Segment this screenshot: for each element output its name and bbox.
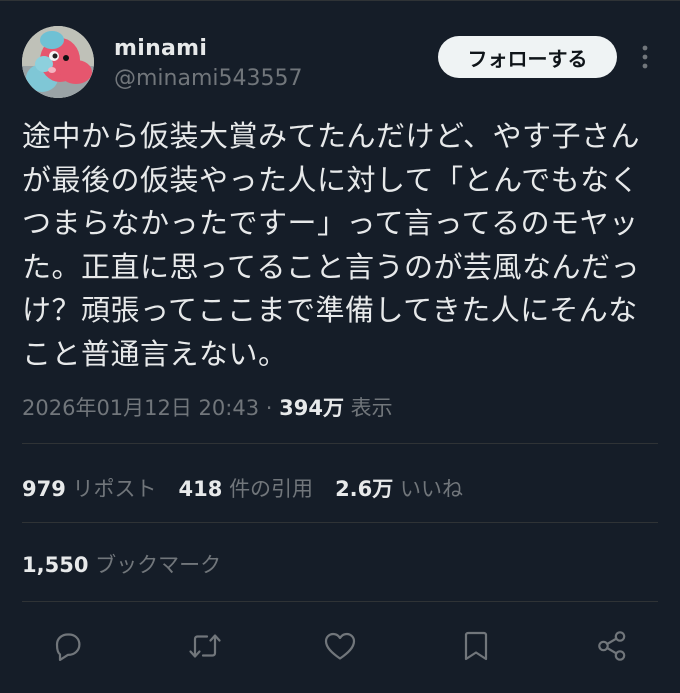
- more-options-button[interactable]: [634, 40, 656, 74]
- bookmarks-count: 1,550: [22, 553, 89, 577]
- tweet-timestamp[interactable]: 2026年01月12日 20:43: [22, 396, 259, 420]
- divider: [22, 443, 658, 444]
- views-label: 表示: [350, 396, 393, 420]
- top-divider: [0, 0, 680, 1]
- quotes-count: 418: [178, 477, 223, 501]
- repost-button[interactable]: [181, 622, 229, 670]
- user-handle[interactable]: @minami543557: [114, 66, 303, 91]
- repost-icon: [189, 634, 221, 658]
- like-icon: [324, 632, 356, 660]
- engagement-stats: 979 リポスト 418 件の引用 2.6万 いいね: [22, 473, 463, 503]
- reposts-count: 979: [22, 477, 66, 501]
- bookmarks-label: ブックマーク: [95, 553, 222, 577]
- quotes-stat[interactable]: 418 件の引用: [179, 473, 314, 503]
- likes-stat[interactable]: 2.6万 いいね: [335, 473, 463, 503]
- tweet-meta: 2026年01月12日 20:43 · 394万 表示: [22, 392, 393, 422]
- reposts-label: リポスト: [72, 477, 157, 501]
- share-icon: [598, 631, 626, 661]
- more-vertical-icon: [642, 45, 648, 69]
- follow-button[interactable]: フォローする: [438, 36, 617, 78]
- reply-icon: [55, 633, 81, 661]
- meta-separator: ·: [259, 396, 280, 420]
- bookmark-button[interactable]: [452, 622, 500, 670]
- reply-button[interactable]: [44, 622, 92, 670]
- bookmarks-stat[interactable]: 1,550 ブックマーク: [22, 549, 221, 579]
- tweet-text: 途中から仮装大賞みてたんだけど、やす子さんが最後の仮装やった人に対して「とんでも…: [22, 119, 641, 371]
- divider: [22, 522, 658, 523]
- tweet-header: minami @minami543557 フォローする: [22, 26, 662, 106]
- likes-count: 2.6万: [335, 477, 394, 501]
- avatar[interactable]: [22, 26, 94, 98]
- quotes-label: 件の引用: [229, 477, 314, 501]
- divider: [22, 601, 658, 602]
- reposts-stat[interactable]: 979 リポスト: [22, 473, 157, 503]
- like-button[interactable]: [316, 622, 364, 670]
- bookmark-icon: [464, 631, 488, 661]
- share-button[interactable]: [588, 622, 636, 670]
- user-name[interactable]: minami: [114, 36, 207, 61]
- action-bar: [0, 622, 680, 670]
- avatar-image: [22, 26, 94, 98]
- likes-label: いいね: [399, 477, 463, 501]
- views-count: 394万: [279, 396, 344, 420]
